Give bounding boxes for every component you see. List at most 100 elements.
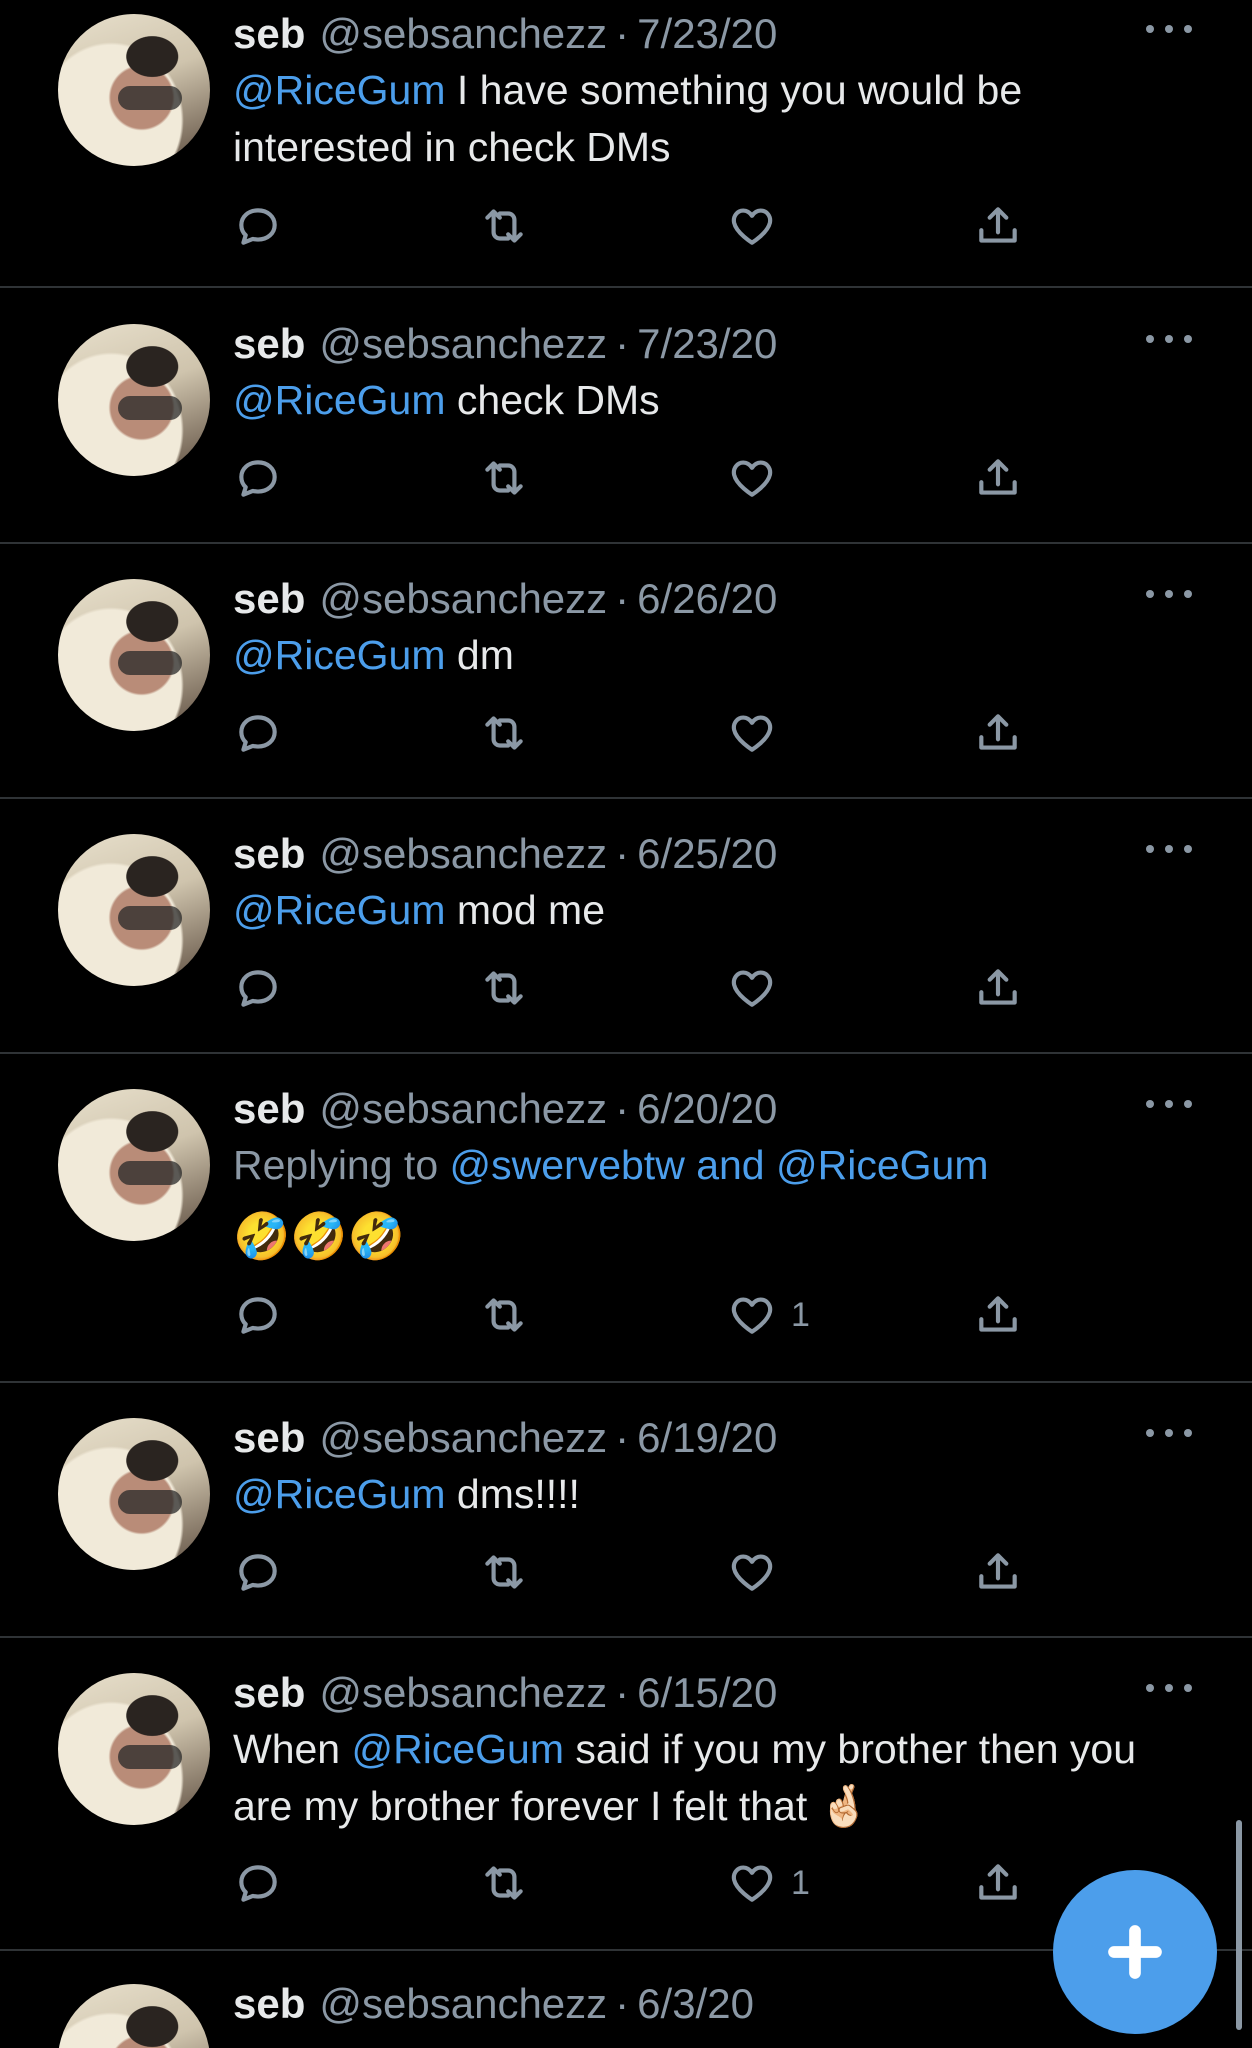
author-name[interactable]: seb xyxy=(233,1665,305,1721)
tweet-date[interactable]: 6/26/20 xyxy=(637,571,777,627)
author-name[interactable]: seb xyxy=(233,316,305,372)
retweet-icon xyxy=(485,716,523,750)
like-button[interactable] xyxy=(727,1544,791,1600)
like-button[interactable] xyxy=(727,198,791,254)
more-options-icon[interactable] xyxy=(1146,834,1192,864)
author-handle[interactable]: @sebsanchezz xyxy=(319,1976,607,2032)
author-handle[interactable]: @sebsanchezz xyxy=(319,316,607,372)
retweet-icon xyxy=(485,1866,523,1900)
retweet-button[interactable] xyxy=(479,960,529,1016)
author-name[interactable]: seb xyxy=(233,1410,305,1466)
author-handle[interactable]: @sebsanchezz xyxy=(319,1081,607,1137)
tweet-date[interactable]: 6/19/20 xyxy=(637,1410,777,1466)
retweet-button[interactable] xyxy=(479,1287,529,1343)
reply-icon xyxy=(239,208,277,245)
tweet-text: @RiceGum mod me xyxy=(233,882,1192,939)
avatar[interactable] xyxy=(58,1984,210,2048)
retweet-button[interactable] xyxy=(479,450,529,506)
mention-link[interactable]: @RiceGum xyxy=(233,377,446,423)
mention-link[interactable]: @RiceGum xyxy=(776,1142,989,1188)
author-name[interactable]: seb xyxy=(233,1081,305,1137)
plus-icon xyxy=(1108,1925,1162,1979)
more-options-icon[interactable] xyxy=(1146,324,1192,354)
retweet-icon xyxy=(485,1298,523,1332)
reply-button[interactable] xyxy=(233,450,283,506)
mention-link[interactable]: @RiceGum xyxy=(233,887,446,933)
share-button[interactable] xyxy=(973,1544,1023,1600)
share-button[interactable] xyxy=(973,705,1023,761)
retweet-button[interactable] xyxy=(479,1855,529,1911)
avatar[interactable] xyxy=(58,834,210,986)
tweet-text: @RiceGum check DMs xyxy=(233,372,1192,429)
scrollbar[interactable] xyxy=(1236,1820,1242,2030)
share-button[interactable] xyxy=(973,1855,1023,1911)
share-button[interactable] xyxy=(973,198,1023,254)
tweet-header: seb @sebsanchezz · 6/3/20 xyxy=(233,1976,1192,2032)
tweet-date[interactable]: 7/23/20 xyxy=(637,6,777,62)
tweet[interactable]: seb @sebsanchezz · 6/15/20 When @RiceGum… xyxy=(0,1659,1252,1951)
author-name[interactable]: seb xyxy=(233,826,305,882)
reply-button[interactable] xyxy=(233,1855,283,1911)
avatar[interactable] xyxy=(58,324,210,476)
author-name[interactable]: seb xyxy=(233,571,305,627)
like-button[interactable]: 1 xyxy=(727,1287,810,1343)
tweet-date[interactable]: 6/20/20 xyxy=(637,1081,777,1137)
compose-tweet-button[interactable] xyxy=(1053,1870,1217,2034)
avatar[interactable] xyxy=(58,579,210,731)
avatar[interactable] xyxy=(58,14,210,166)
avatar[interactable] xyxy=(58,1418,210,1570)
reply-button[interactable] xyxy=(233,960,283,1016)
reply-icon xyxy=(239,1297,277,1334)
tweet-date[interactable]: 6/25/20 xyxy=(637,826,777,882)
tweet-date[interactable]: 6/15/20 xyxy=(637,1665,777,1721)
tweet[interactable]: seb @sebsanchezz · 7/23/20 @RiceGum I ha… xyxy=(0,0,1252,288)
author-handle[interactable]: @sebsanchezz xyxy=(319,571,607,627)
reply-button[interactable] xyxy=(233,705,283,761)
retweet-button[interactable] xyxy=(479,705,529,761)
mention-link[interactable]: @RiceGum xyxy=(233,1471,446,1517)
tweet-body: dms!!!! xyxy=(445,1471,580,1517)
tweet[interactable]: seb @sebsanchezz · 6/25/20 @RiceGum mod … xyxy=(0,820,1252,1054)
author-handle[interactable]: @sebsanchezz xyxy=(319,1410,607,1466)
tweet-date[interactable]: 6/3/20 xyxy=(637,1976,754,2032)
tweet[interactable]: seb @sebsanchezz · 6/19/20 @RiceGum dms!… xyxy=(0,1404,1252,1638)
share-button[interactable] xyxy=(973,960,1023,1016)
tweet[interactable]: seb @sebsanchezz · 7/23/20 @RiceGum chec… xyxy=(0,310,1252,544)
reply-icon xyxy=(239,1554,277,1591)
share-button[interactable] xyxy=(973,1287,1023,1343)
share-icon xyxy=(979,459,1017,495)
like-button[interactable] xyxy=(727,705,791,761)
reply-button[interactable] xyxy=(233,1287,283,1343)
tweet-body: check DMs xyxy=(445,377,660,423)
like-button[interactable] xyxy=(727,450,791,506)
like-button[interactable] xyxy=(727,960,791,1016)
retweet-button[interactable] xyxy=(479,198,529,254)
reply-button[interactable] xyxy=(233,1544,283,1600)
mention-link[interactable]: @RiceGum xyxy=(233,67,446,113)
mention-link[interactable]: @RiceGum xyxy=(352,1726,565,1772)
author-handle[interactable]: @sebsanchezz xyxy=(319,6,607,62)
reply-button[interactable] xyxy=(233,198,283,254)
more-options-icon[interactable] xyxy=(1146,14,1192,44)
reply-icon xyxy=(239,1865,277,1902)
author-name[interactable]: seb xyxy=(233,1976,305,2032)
more-options-icon[interactable] xyxy=(1146,1089,1192,1119)
like-button[interactable]: 1 xyxy=(727,1855,810,1911)
avatar[interactable] xyxy=(58,1673,210,1825)
mention-link[interactable]: @swervebtw xyxy=(450,1142,685,1188)
author-handle[interactable]: @sebsanchezz xyxy=(319,826,607,882)
more-options-icon[interactable] xyxy=(1146,1418,1192,1448)
retweet-button[interactable] xyxy=(479,1544,529,1600)
tweet-date[interactable]: 7/23/20 xyxy=(637,316,777,372)
avatar[interactable] xyxy=(58,1089,210,1241)
mention-link[interactable]: @RiceGum xyxy=(233,632,446,678)
share-button[interactable] xyxy=(973,450,1023,506)
tweet[interactable]: seb @sebsanchezz · 6/20/20 Replying to @… xyxy=(0,1075,1252,1383)
more-options-icon[interactable] xyxy=(1146,1673,1192,1703)
author-handle[interactable]: @sebsanchezz xyxy=(319,1665,607,1721)
like-count: 1 xyxy=(791,1863,810,1902)
tweet[interactable]: seb @sebsanchezz · 6/26/20 @RiceGum dm xyxy=(0,565,1252,799)
separator-dot: · xyxy=(615,1669,630,1716)
more-options-icon[interactable] xyxy=(1146,579,1192,609)
author-name[interactable]: seb xyxy=(233,6,305,62)
